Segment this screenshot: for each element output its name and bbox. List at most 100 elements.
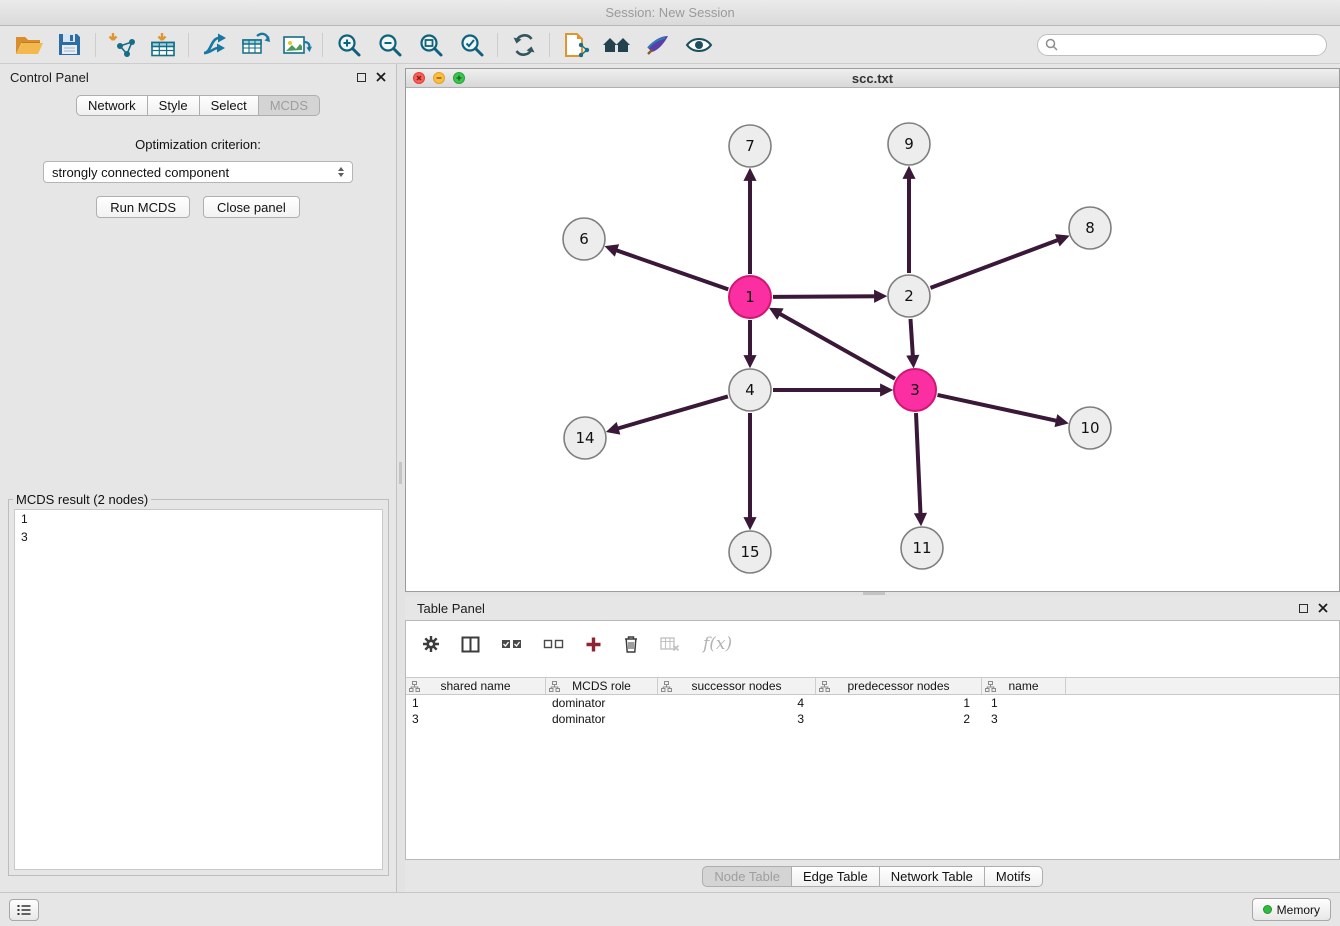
edge-3-to-10[interactable] <box>938 395 1064 422</box>
column-header-name[interactable]: name <box>982 678 1066 694</box>
table-row[interactable]: 3dominator323 <box>406 711 1339 727</box>
show-panels-button[interactable] <box>9 899 39 921</box>
apply-style-button[interactable] <box>637 29 678 61</box>
edge-3-to-11[interactable] <box>916 413 921 521</box>
zoom-window-icon[interactable] <box>453 72 465 84</box>
edge-1-to-2[interactable] <box>773 296 882 297</box>
delete-table-button[interactable] <box>660 636 680 652</box>
run-mcds-button[interactable]: Run MCDS <box>96 196 190 218</box>
close-window-icon[interactable] <box>413 72 425 84</box>
svg-text:6: 6 <box>579 230 589 248</box>
table-cell[interactable]: 1 <box>982 695 1066 711</box>
table-toolbar: f(x) <box>406 621 1339 667</box>
float-table-panel-icon[interactable] <box>1299 604 1308 613</box>
mcds-result-list[interactable]: 13 <box>14 509 383 870</box>
zoom-selected-button[interactable] <box>451 29 492 61</box>
zoom-out-button[interactable] <box>369 29 410 61</box>
close-table-panel-icon[interactable] <box>1318 603 1328 613</box>
show-graphics-details-button[interactable] <box>678 29 719 61</box>
edge-2-to-3[interactable] <box>911 319 914 363</box>
checked-boxes-icon <box>501 637 522 651</box>
table-network-icon <box>241 32 271 58</box>
graph-node-3[interactable]: 3 <box>894 369 936 411</box>
delete-button[interactable] <box>623 635 639 653</box>
tab-network[interactable]: Network <box>76 95 148 116</box>
select-all-columns-button[interactable] <box>501 637 522 651</box>
table-options-button[interactable] <box>422 635 440 653</box>
show-columns-button[interactable] <box>461 636 480 653</box>
graph-node-2[interactable]: 2 <box>888 275 930 317</box>
toolbar-separator <box>322 33 323 57</box>
network-window-titlebar[interactable]: scc.txt <box>406 69 1339 88</box>
graph-node-11[interactable]: 11 <box>901 527 943 569</box>
search-box[interactable] <box>1037 34 1327 56</box>
home-icon <box>602 33 632 57</box>
edge-3-to-1[interactable] <box>774 310 896 378</box>
refresh-button[interactable] <box>503 29 544 61</box>
export-image-button[interactable] <box>276 29 317 61</box>
table-row[interactable]: 1dominator411 <box>406 695 1339 711</box>
criterion-dropdown[interactable]: strongly connected component <box>43 161 353 183</box>
new-network-button[interactable] <box>194 29 235 61</box>
table-cell[interactable]: 4 <box>658 695 816 711</box>
network-graph[interactable]: 7 9 6 8 1 2 4 3 14 10 15 11 <box>406 88 1339 591</box>
control-panel-tabs: NetworkStyleSelectMCDS <box>0 95 396 116</box>
zoom-in-button[interactable] <box>328 29 369 61</box>
graph-node-4[interactable]: 4 <box>729 369 771 411</box>
mcds-result-item[interactable]: 1 <box>15 510 382 528</box>
save-session-button[interactable] <box>49 29 90 61</box>
dropdown-arrows-icon <box>338 167 344 177</box>
column-header-successor-nodes[interactable]: successor nodes <box>658 678 816 694</box>
tab-style[interactable]: Style <box>147 95 200 116</box>
optimization-label: Optimization criterion: <box>0 137 396 152</box>
column-header-predecessor-nodes[interactable]: predecessor nodes <box>816 678 982 694</box>
table-tab-motifs[interactable]: Motifs <box>984 866 1043 887</box>
network-from-table-button[interactable] <box>235 29 276 61</box>
edge-4-to-14[interactable] <box>611 396 728 430</box>
table-tab-edge-table[interactable]: Edge Table <box>791 866 880 887</box>
table-cell[interactable]: 3 <box>658 711 816 727</box>
edge-2-to-8[interactable] <box>931 238 1065 288</box>
table-cell[interactable]: 1 <box>816 695 982 711</box>
search-input[interactable] <box>1063 36 1319 54</box>
gear-icon <box>422 635 440 653</box>
graph-node-8[interactable]: 8 <box>1069 207 1111 249</box>
graph-node-15[interactable]: 15 <box>729 531 771 573</box>
import-network-file-button[interactable] <box>101 29 142 61</box>
column-header-shared-name[interactable]: shared name <box>406 678 546 694</box>
close-panel-icon[interactable] <box>376 72 386 82</box>
close-panel-button[interactable]: Close panel <box>203 196 300 218</box>
tab-mcds[interactable]: MCDS <box>258 95 320 116</box>
column-header-MCDS-role[interactable]: MCDS role <box>546 678 658 694</box>
graph-node-10[interactable]: 10 <box>1069 407 1111 449</box>
table-cell[interactable]: 3 <box>982 711 1066 727</box>
graph-node-6[interactable]: 6 <box>563 218 605 260</box>
open-session-button[interactable] <box>8 29 49 61</box>
import-table-file-button[interactable] <box>142 29 183 61</box>
graph-node-9[interactable]: 9 <box>888 123 930 165</box>
table-cell[interactable]: 1 <box>406 695 546 711</box>
table-tab-node-table[interactable]: Node Table <box>702 866 792 887</box>
graph-node-7[interactable]: 7 <box>729 125 771 167</box>
function-builder-button[interactable]: f(x) <box>703 634 732 654</box>
home-layout-button[interactable] <box>596 29 637 61</box>
table-cell[interactable]: dominator <box>546 711 658 727</box>
table-cell[interactable]: dominator <box>546 695 658 711</box>
float-panel-icon[interactable] <box>357 73 366 82</box>
zoom-fit-button[interactable] <box>410 29 451 61</box>
table-tab-network-table[interactable]: Network Table <box>879 866 985 887</box>
table-cell[interactable]: 3 <box>406 711 546 727</box>
add-button[interactable] <box>585 636 602 653</box>
graph-node-14[interactable]: 14 <box>564 417 606 459</box>
mcds-result-item[interactable]: 3 <box>15 528 382 546</box>
graph-node-1[interactable]: 1 <box>729 276 771 318</box>
table-cell[interactable]: 2 <box>816 711 982 727</box>
memory-button[interactable]: Memory <box>1252 898 1331 921</box>
deselect-all-columns-button[interactable] <box>543 637 564 651</box>
tab-select[interactable]: Select <box>199 95 259 116</box>
style-brush-icon <box>645 32 671 58</box>
duplicate-network-button[interactable] <box>555 29 596 61</box>
edge-1-to-6[interactable] <box>610 248 729 290</box>
vertical-splitter[interactable] <box>397 64 405 892</box>
minimize-window-icon[interactable] <box>433 72 445 84</box>
